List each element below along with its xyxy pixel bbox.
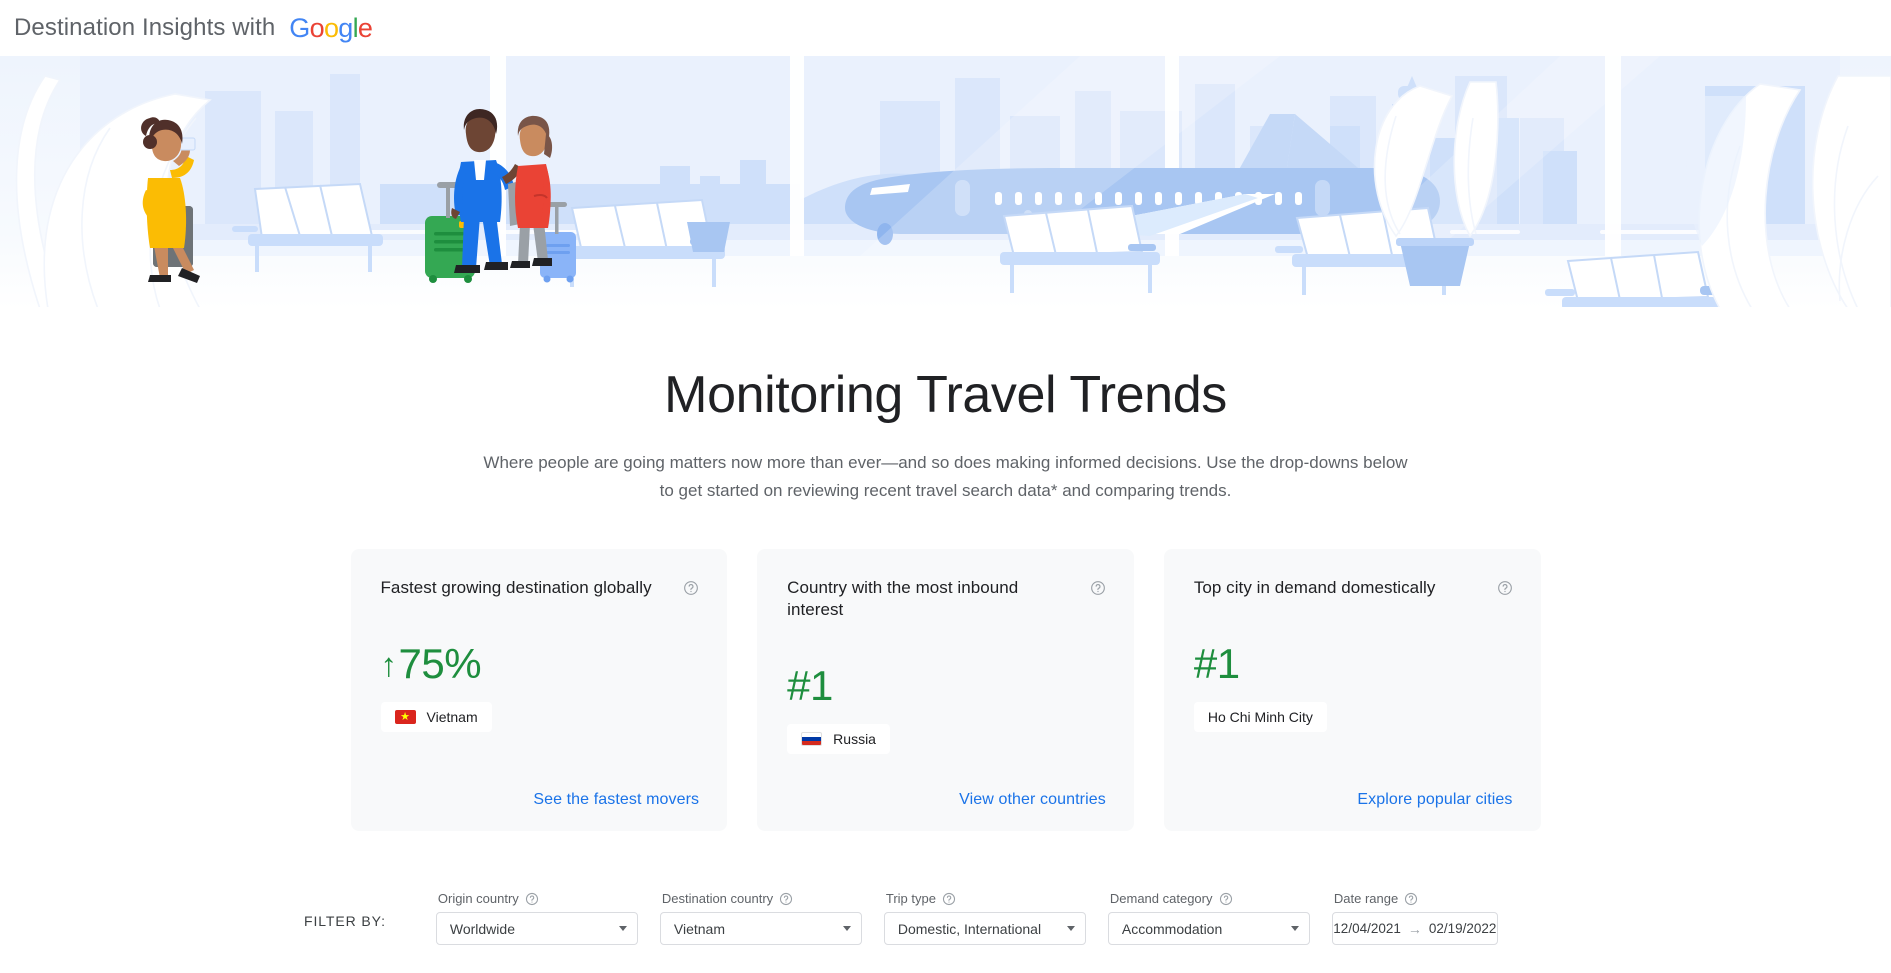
card-chip-label: Russia <box>833 731 876 747</box>
help-circle-icon[interactable] <box>1404 892 1418 906</box>
card-metric: ↑ 75% <box>381 643 700 685</box>
filter-label: Trip type <box>886 891 1086 906</box>
card-most-inbound-interest: Country with the most inbound interest #… <box>757 549 1134 831</box>
chevron-down-icon <box>1290 926 1299 931</box>
card-header: Country with the most inbound interest <box>787 577 1106 621</box>
filter-bar: FILTER BY: Origin country Worldwide Dest… <box>0 879 1891 945</box>
google-logo-letter-e: e <box>357 12 373 43</box>
origin-country-value: Worldwide <box>449 920 515 937</box>
card-chip-label: Vietnam <box>426 709 478 725</box>
filter-label: Date range <box>1334 891 1498 906</box>
card-chip-ho-chi-minh-city[interactable]: Ho Chi Minh City <box>1193 702 1327 732</box>
help-circle-icon[interactable] <box>1497 580 1513 596</box>
help-circle-icon[interactable] <box>1090 580 1106 596</box>
card-metric-value: #1 <box>787 662 833 709</box>
trip-type-value: Domestic, International <box>897 920 1042 937</box>
card-metric: #1 <box>1194 643 1513 685</box>
filter-label: Destination country <box>662 891 862 906</box>
app-title: Destination Insights with <box>14 14 276 41</box>
google-logo-letter-o1: o <box>309 12 325 43</box>
help-circle-icon[interactable] <box>779 892 793 906</box>
filter-origin-country: Origin country Worldwide <box>435 891 638 945</box>
card-header: Top city in demand domestically <box>1194 577 1513 599</box>
card-metric-value: #1 <box>1193 640 1240 687</box>
filter-date-range: Date range 12/04/2021 → 02/19/2022 <box>1331 891 1498 945</box>
insight-cards: Fastest growing destination globally ↑ 7… <box>350 549 1541 831</box>
filter-destination-country: Destination country Vietnam <box>659 891 862 945</box>
arrow-up-icon: ↑ <box>380 645 398 683</box>
trip-type-select[interactable]: Domestic, International <box>883 912 1086 945</box>
card-fastest-growing-destination: Fastest growing destination globally ↑ 7… <box>350 549 728 831</box>
card-metric-value: 75% <box>398 640 482 687</box>
google-logo-letter-g1: G <box>289 12 310 43</box>
main-content: Monitoring Travel Trends Where people ar… <box>0 309 1891 945</box>
date-range-end: 02/19/2022 <box>1428 921 1497 936</box>
card-title: Country with the most inbound interest <box>787 578 1019 619</box>
filter-label-text: Date range <box>1333 891 1399 906</box>
google-logo-letter-o2: o <box>323 12 339 43</box>
destination-country-value: Vietnam <box>673 920 725 937</box>
hero-banner <box>0 56 1891 309</box>
destination-country-select[interactable]: Vietnam <box>659 912 862 945</box>
page-title: Monitoring Travel Trends <box>664 366 1227 424</box>
card-title: Top city in demand domestically <box>1193 578 1436 597</box>
card-link-view-other-countries[interactable]: View other countries <box>959 791 1106 809</box>
card-link-explore-popular-cities[interactable]: Explore popular cities <box>1357 791 1512 809</box>
app-header: Destination Insights with Google <box>0 0 1891 56</box>
demand-category-value: Accommodation <box>1121 920 1223 937</box>
card-chip-vietnam[interactable]: ★ Vietnam <box>380 702 492 732</box>
help-circle-icon[interactable] <box>683 580 699 596</box>
filter-label-text: Trip type <box>885 891 936 906</box>
filter-label: Demand category <box>1110 891 1310 906</box>
date-range-picker[interactable]: 12/04/2021 → 02/19/2022 <box>1331 912 1498 945</box>
page-description-line-1: Where people are going matters now more … <box>483 453 1408 472</box>
help-circle-icon[interactable] <box>525 892 539 906</box>
airport-illustration <box>0 56 1891 309</box>
flag-russia-icon <box>801 732 823 746</box>
filter-demand-category: Demand category Accommodation <box>1107 891 1310 945</box>
trash-bin-2 <box>687 222 730 252</box>
help-circle-icon[interactable] <box>1219 892 1233 906</box>
card-chip-russia[interactable]: Russia <box>787 724 890 754</box>
chevron-down-icon <box>618 926 627 931</box>
page-description-line-2: to get started on reviewing recent trave… <box>659 481 1232 500</box>
filter-label: Origin country <box>438 891 638 906</box>
filter-label-text: Destination country <box>661 891 774 906</box>
google-logo: Google <box>289 12 373 44</box>
date-range-start: 12/04/2021 <box>1333 921 1401 936</box>
card-top-city-domestic: Top city in demand domestically #1 Ho Ch… <box>1163 549 1541 831</box>
arrow-right-icon: → <box>1407 920 1422 937</box>
page-description: Where people are going matters now more … <box>481 449 1411 505</box>
help-circle-icon[interactable] <box>942 892 956 906</box>
flag-vietnam-icon: ★ <box>394 710 416 724</box>
card-header: Fastest growing destination globally <box>381 577 700 599</box>
filter-label-text: Origin country <box>437 891 519 906</box>
filter-by-label: FILTER BY: <box>304 913 386 929</box>
chevron-down-icon <box>842 926 851 931</box>
chevron-down-icon <box>1066 926 1075 931</box>
filter-label-text: Demand category <box>1109 891 1213 906</box>
origin-country-select[interactable]: Worldwide <box>435 912 638 945</box>
google-logo-letter-g2: g <box>338 12 353 43</box>
demand-category-select[interactable]: Accommodation <box>1107 912 1310 945</box>
card-link-see-fastest-movers[interactable]: See the fastest movers <box>533 791 699 809</box>
card-metric: #1 <box>787 665 1106 707</box>
filter-trip-type: Trip type Domestic, International <box>883 891 1086 945</box>
card-chip-label: Ho Chi Minh City <box>1207 709 1313 725</box>
card-title: Fastest growing destination globally <box>380 578 652 597</box>
